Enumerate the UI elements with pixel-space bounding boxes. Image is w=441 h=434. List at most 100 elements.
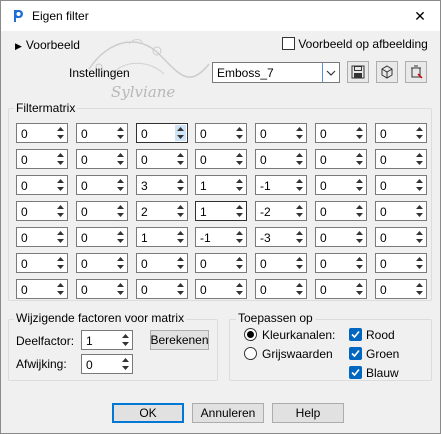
spin-arrows-icon[interactable] xyxy=(414,151,425,167)
spin-arrows-icon[interactable] xyxy=(354,177,365,193)
matrix-cell[interactable]: 0 xyxy=(315,227,367,247)
spin-arrows-icon[interactable] xyxy=(55,229,66,245)
matrix-cell[interactable]: 0 xyxy=(255,253,307,273)
spin-arrows-icon[interactable] xyxy=(120,332,131,348)
matrix-cell[interactable]: 0 xyxy=(375,279,427,299)
matrix-cell[interactable]: 0 xyxy=(16,201,68,221)
spin-arrows-icon[interactable] xyxy=(175,177,186,193)
spin-arrows-icon[interactable] xyxy=(294,281,305,297)
matrix-cell[interactable]: 0 xyxy=(315,201,367,221)
cancel-button[interactable]: Annuleren xyxy=(192,403,264,423)
matrix-cell[interactable]: 0 xyxy=(315,279,367,299)
matrix-cell[interactable]: 0 xyxy=(375,175,427,195)
spin-arrows-icon[interactable] xyxy=(115,151,126,167)
chevron-down-icon[interactable] xyxy=(322,63,339,82)
spin-arrows-icon[interactable] xyxy=(414,177,425,193)
spin-arrows-icon[interactable] xyxy=(354,281,365,297)
spin-arrows-icon[interactable] xyxy=(414,125,425,141)
matrix-cell[interactable]: 0 xyxy=(195,123,247,143)
spin-arrows-icon[interactable] xyxy=(294,229,305,245)
matrix-cell[interactable]: 0 xyxy=(375,149,427,169)
color-channels-radio[interactable] xyxy=(244,328,257,341)
spin-arrows-icon[interactable] xyxy=(294,151,305,167)
spin-arrows-icon[interactable] xyxy=(175,203,186,219)
matrix-cell[interactable]: 1 xyxy=(136,227,188,247)
matrix-cell[interactable]: 0 xyxy=(375,123,427,143)
matrix-cell[interactable]: 0 xyxy=(76,253,128,273)
spin-arrows-icon[interactable] xyxy=(175,255,186,271)
help-button[interactable]: Help xyxy=(272,403,344,423)
spin-arrows-icon[interactable] xyxy=(120,356,131,372)
green-checkbox[interactable] xyxy=(349,347,362,360)
matrix-cell[interactable]: -1 xyxy=(195,227,247,247)
matrix-cell[interactable]: 0 xyxy=(76,279,128,299)
grayscale-radio[interactable] xyxy=(244,347,257,360)
spin-arrows-icon[interactable] xyxy=(414,255,425,271)
matrix-cell[interactable]: 0 xyxy=(315,123,367,143)
spin-arrows-icon[interactable] xyxy=(55,255,66,271)
matrix-cell[interactable]: 0 xyxy=(76,123,128,143)
spin-arrows-icon[interactable] xyxy=(175,125,186,141)
matrix-cell[interactable]: 0 xyxy=(136,149,188,169)
spin-arrows-icon[interactable] xyxy=(115,281,126,297)
spin-arrows-icon[interactable] xyxy=(294,177,305,193)
matrix-cell[interactable]: 0 xyxy=(136,279,188,299)
spin-arrows-icon[interactable] xyxy=(354,203,365,219)
bias-spinbox[interactable]: 0 xyxy=(81,354,133,374)
spin-arrows-icon[interactable] xyxy=(234,125,245,141)
divisor-spinbox[interactable]: 1 xyxy=(81,330,133,350)
matrix-cell[interactable]: 0 xyxy=(76,175,128,195)
matrix-cell[interactable]: 0 xyxy=(375,253,427,273)
matrix-cell[interactable]: 0 xyxy=(136,253,188,273)
spin-arrows-icon[interactable] xyxy=(115,125,126,141)
spin-arrows-icon[interactable] xyxy=(234,203,245,219)
spin-arrows-icon[interactable] xyxy=(294,203,305,219)
preset-dropdown[interactable]: Emboss_7 xyxy=(212,62,340,83)
spin-arrows-icon[interactable] xyxy=(414,281,425,297)
spin-arrows-icon[interactable] xyxy=(115,203,126,219)
spin-arrows-icon[interactable] xyxy=(175,281,186,297)
ok-button[interactable]: OK xyxy=(112,403,184,423)
blue-checkbox[interactable] xyxy=(349,366,362,379)
spin-arrows-icon[interactable] xyxy=(354,255,365,271)
close-button[interactable]: ✕ xyxy=(406,3,434,29)
save-preset-button[interactable] xyxy=(347,61,369,83)
matrix-cell[interactable]: -3 xyxy=(255,227,307,247)
spin-arrows-icon[interactable] xyxy=(414,229,425,245)
matrix-cell[interactable]: 0 xyxy=(76,201,128,221)
spin-arrows-icon[interactable] xyxy=(234,281,245,297)
matrix-cell[interactable]: 0 xyxy=(16,279,68,299)
spin-arrows-icon[interactable] xyxy=(115,255,126,271)
spin-arrows-icon[interactable] xyxy=(55,281,66,297)
red-checkbox[interactable] xyxy=(349,328,362,341)
matrix-cell[interactable]: 0 xyxy=(195,253,247,273)
spin-arrows-icon[interactable] xyxy=(234,255,245,271)
compute-button[interactable]: Berekenen xyxy=(150,330,209,350)
spin-arrows-icon[interactable] xyxy=(55,177,66,193)
spin-arrows-icon[interactable] xyxy=(294,125,305,141)
matrix-cell[interactable]: 0 xyxy=(315,253,367,273)
matrix-cell[interactable]: 0 xyxy=(16,175,68,195)
spin-arrows-icon[interactable] xyxy=(414,203,425,219)
matrix-cell[interactable]: -2 xyxy=(255,201,307,221)
matrix-cell[interactable]: 1 xyxy=(195,175,247,195)
matrix-cell[interactable]: 0 xyxy=(255,149,307,169)
spin-arrows-icon[interactable] xyxy=(354,125,365,141)
matrix-cell[interactable]: 0 xyxy=(315,175,367,195)
delete-preset-button[interactable] xyxy=(405,61,427,83)
matrix-cell[interactable]: 2 xyxy=(136,201,188,221)
spin-arrows-icon[interactable] xyxy=(175,229,186,245)
spin-arrows-icon[interactable] xyxy=(354,151,365,167)
matrix-cell[interactable]: 0 xyxy=(375,227,427,247)
matrix-cell[interactable]: 0 xyxy=(255,123,307,143)
spin-arrows-icon[interactable] xyxy=(175,151,186,167)
spin-arrows-icon[interactable] xyxy=(234,229,245,245)
matrix-cell[interactable]: 0 xyxy=(76,149,128,169)
spin-arrows-icon[interactable] xyxy=(354,229,365,245)
matrix-cell[interactable]: 0 xyxy=(76,227,128,247)
spin-arrows-icon[interactable] xyxy=(294,255,305,271)
matrix-cell[interactable]: 0 xyxy=(16,253,68,273)
spin-arrows-icon[interactable] xyxy=(55,151,66,167)
matrix-cell[interactable]: 0 xyxy=(195,279,247,299)
matrix-cell[interactable]: 0 xyxy=(16,227,68,247)
